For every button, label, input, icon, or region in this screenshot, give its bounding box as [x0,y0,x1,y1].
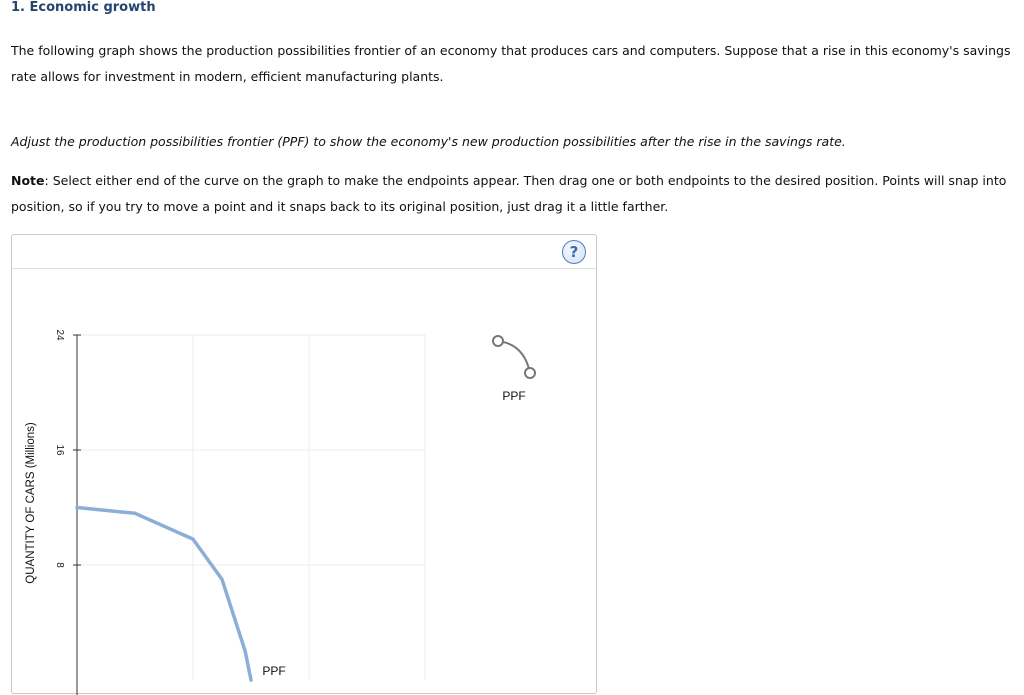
ppf-tool[interactable]: PPF [492,335,536,403]
y-tick-label: 8 [54,562,65,568]
y-axis-label: QUANTITY OF CARS (Millions) [25,422,37,584]
y-tick-label: 24 [54,329,65,341]
question-paragraph: The following graph shows the production… [11,43,1011,84]
y-tick-label: 16 [54,444,65,456]
question-instruction: Adjust the production possibilities fron… [11,134,846,149]
ppf-tool-end-point[interactable] [524,367,536,379]
ppf-tool-label: PPF [502,389,525,403]
note-label: Note [11,173,45,188]
ppf-curve[interactable] [75,505,253,682]
note-text: : Select either end of the curve on the … [11,173,1007,214]
ppf-curve-layer[interactable] [75,505,253,682]
graph-panel: ? 8 16 24 QUANTITY OF CARS (Millions) PPF … [11,234,598,695]
grid [77,334,426,680]
ppf-tool-start-point[interactable] [492,335,504,347]
question-title: 1. Economic growth [11,0,156,15]
ppf-curve-label: PPF [262,664,285,678]
axes: 8 16 24 [54,329,81,695]
ppf-graph[interactable]: 8 16 24 QUANTITY OF CARS (Millions) PPF PP… [12,235,598,695]
ppf-tool-curve[interactable] [497,340,531,374]
question-note: Note: Select either end of the curve on … [11,168,1011,220]
